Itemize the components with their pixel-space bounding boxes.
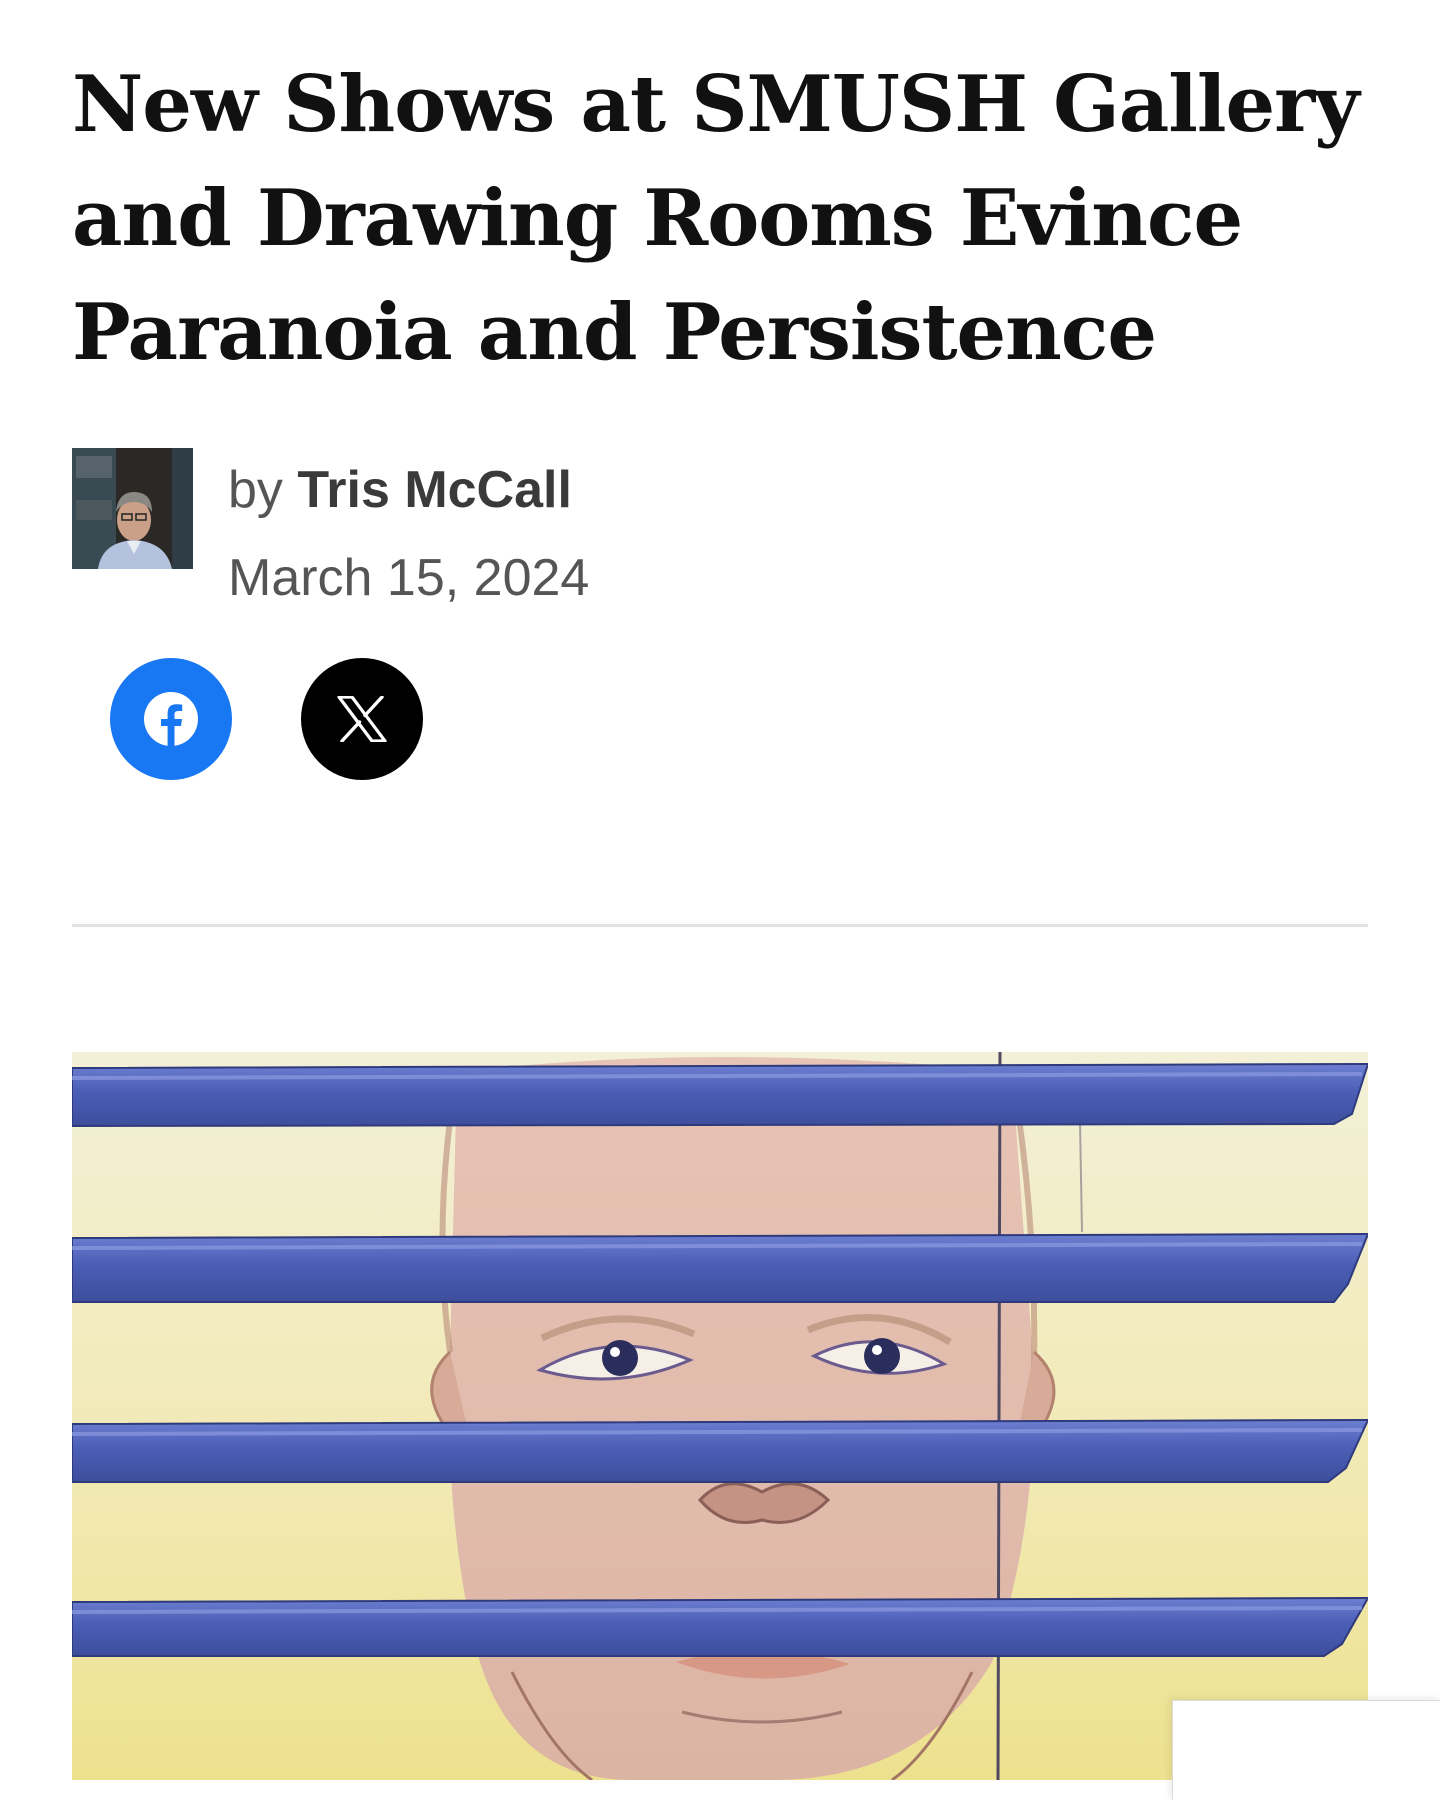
author-name-link[interactable]: Tris McCall: [297, 461, 572, 519]
byline-author-line: by Tris McCall: [228, 458, 572, 522]
x-icon: [337, 696, 387, 742]
hero-drawing: [72, 1052, 1368, 1780]
article-title: New Shows at SMUSH Gallery and Drawing R…: [72, 59, 1360, 378]
share-buttons: [110, 658, 510, 782]
facebook-icon: [144, 692, 198, 747]
section-divider: [72, 924, 1368, 927]
hero-image[interactable]: [72, 1052, 1368, 1780]
byline: by Tris McCall March 15, 2024: [72, 448, 872, 608]
blind-cord: [996, 1052, 1002, 1780]
author-avatar-image: [72, 448, 193, 569]
face-drawing: [430, 1057, 1056, 1780]
author-avatar[interactable]: [72, 448, 193, 569]
floating-corner-widget[interactable]: [1172, 1700, 1440, 1800]
publish-date: March 15, 2024: [228, 549, 590, 607]
facebook-share-button[interactable]: [110, 658, 232, 780]
x-share-button[interactable]: [301, 658, 423, 780]
byline-prefix: by: [228, 461, 283, 519]
